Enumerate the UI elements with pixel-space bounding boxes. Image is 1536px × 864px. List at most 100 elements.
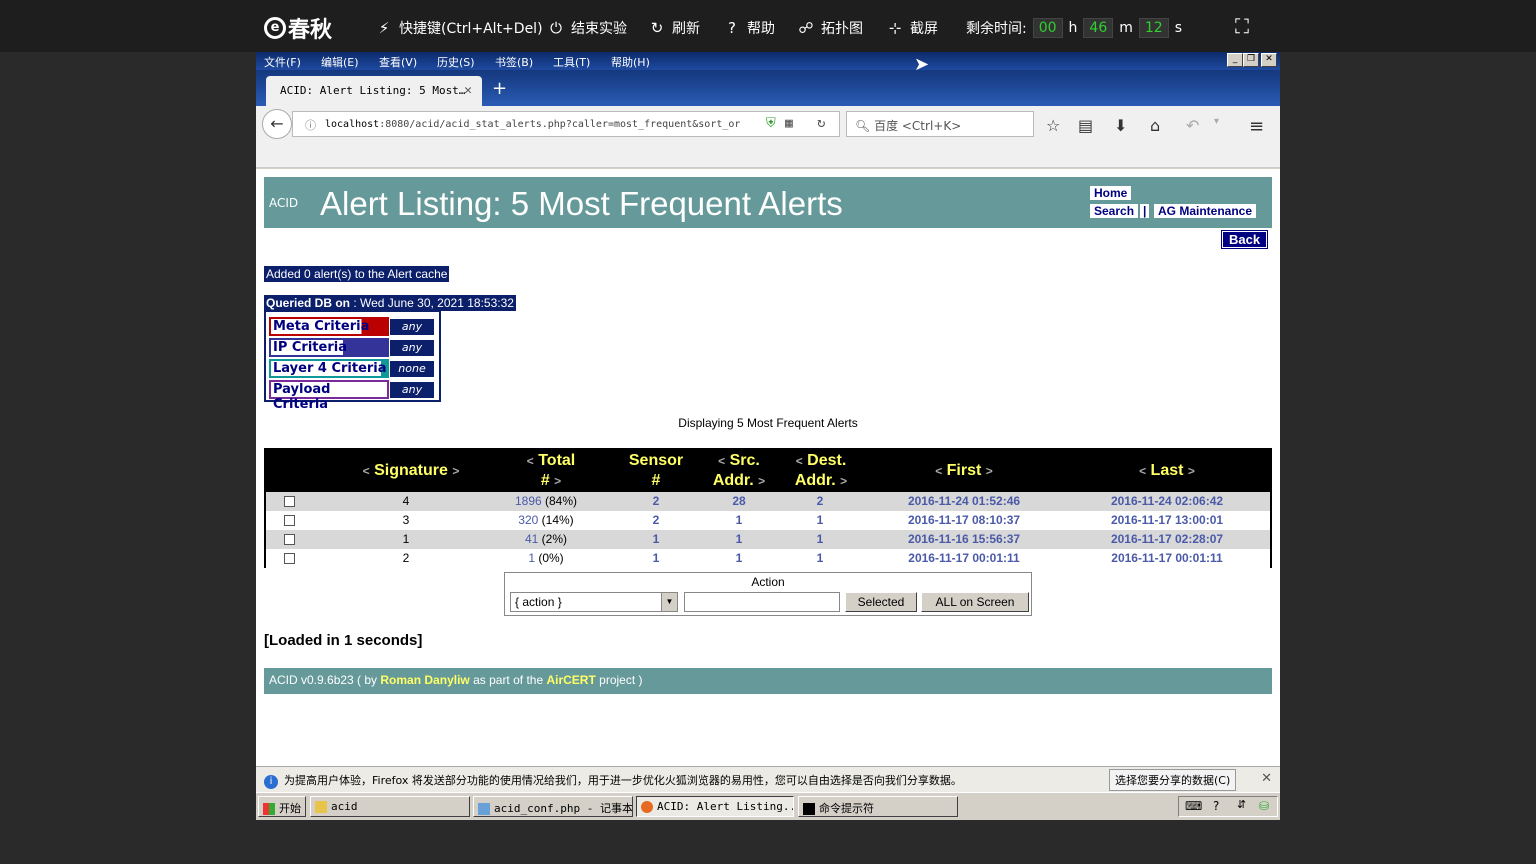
search-link[interactable]: Search bbox=[1090, 204, 1139, 218]
dest-addr-link[interactable]: 1 bbox=[790, 551, 850, 565]
first-time-link[interactable]: 2016-11-24 01:52:46 bbox=[884, 494, 1044, 508]
download-icon[interactable]: ⬇ bbox=[1114, 116, 1127, 135]
share-data-button[interactable]: 选择您要分享的数据(C) bbox=[1109, 769, 1237, 791]
ag-maintenance-link[interactable]: AG Maintenance bbox=[1154, 204, 1257, 218]
new-tab-icon[interactable]: + bbox=[492, 78, 507, 99]
author-link[interactable]: Roman Danyliw bbox=[380, 673, 469, 687]
total-link[interactable]: 41 bbox=[525, 532, 538, 546]
last-time-link[interactable]: 2016-11-17 02:28:07 bbox=[1087, 532, 1247, 546]
reload-icon[interactable]: ↻ bbox=[817, 115, 826, 131]
action-argument-input[interactable] bbox=[684, 592, 840, 612]
payload-criteria-link[interactable]: Payload Criteria bbox=[269, 380, 389, 412]
ime-icon[interactable]: ⇵ bbox=[1237, 798, 1246, 811]
menu-history[interactable]: 历史(S) bbox=[437, 54, 475, 70]
sort-desc-icon[interactable]: > bbox=[986, 464, 993, 478]
sort-desc-icon[interactable]: > bbox=[554, 474, 561, 488]
header-first[interactable]: < First > bbox=[916, 461, 1012, 481]
close-icon[interactable]: ✕ bbox=[1261, 53, 1277, 67]
undo-icon[interactable]: ↶ bbox=[1186, 116, 1199, 135]
url-bar[interactable]: ⓘ localhost:8080/acid/acid_stat_alerts.p… bbox=[292, 111, 840, 137]
shortcut-button[interactable]: ⚡ 快捷键(Ctrl+Alt+Del) bbox=[375, 18, 543, 38]
back-arrow-icon[interactable]: ← bbox=[262, 109, 292, 139]
start-button[interactable]: 开始 bbox=[258, 796, 306, 817]
qr-code-icon[interactable]: ▦ bbox=[785, 116, 793, 131]
src-addr-link[interactable]: 1 bbox=[709, 551, 769, 565]
first-time-link[interactable]: 2016-11-17 00:01:11 bbox=[884, 551, 1044, 565]
row-checkbox[interactable] bbox=[284, 496, 295, 507]
screenshot-button[interactable]: ⊹ 截屏 bbox=[886, 18, 938, 38]
hamburger-menu-icon[interactable]: ≡ bbox=[1249, 116, 1264, 137]
first-time-link[interactable]: 2016-11-16 15:56:37 bbox=[884, 532, 1044, 546]
help-icon[interactable]: ? bbox=[1213, 799, 1219, 813]
help-button[interactable]: ? 帮助 bbox=[723, 18, 775, 38]
menu-edit[interactable]: 编辑(E) bbox=[321, 54, 359, 70]
src-addr-link[interactable]: 28 bbox=[709, 494, 769, 508]
end-lab-button[interactable]: ⏻ 结束实验 bbox=[547, 18, 627, 38]
sort-asc-icon[interactable]: < bbox=[935, 464, 942, 478]
home-icon[interactable]: ⌂ bbox=[1150, 116, 1160, 135]
meta-criteria-link[interactable]: Meta Criteria bbox=[269, 317, 389, 336]
menu-file[interactable]: 文件(F) bbox=[264, 54, 301, 70]
restore-icon[interactable]: ❐ bbox=[1243, 53, 1259, 67]
taskbar-item-firefox[interactable]: ACID: Alert Listing... bbox=[636, 796, 794, 817]
fullscreen-icon[interactable]: ⛶ bbox=[1235, 14, 1249, 38]
reading-list-icon[interactable]: ▤ bbox=[1078, 116, 1093, 135]
header-sensor[interactable]: Sensor # bbox=[626, 451, 686, 491]
sort-desc-icon[interactable]: > bbox=[1188, 464, 1195, 478]
src-addr-link[interactable]: 1 bbox=[709, 513, 769, 527]
header-signature[interactable]: < Signature > bbox=[356, 461, 466, 481]
header-src-addr[interactable]: < Src. Addr. > bbox=[706, 451, 772, 491]
back-button[interactable]: Back bbox=[1220, 230, 1269, 249]
row-checkbox[interactable] bbox=[284, 534, 295, 545]
sort-desc-icon[interactable]: > bbox=[452, 464, 459, 478]
network-icon[interactable]: ⛁ bbox=[1259, 799, 1269, 813]
selected-button[interactable]: Selected bbox=[845, 592, 917, 612]
total-link[interactable]: 320 bbox=[518, 513, 538, 527]
tab-close-icon[interactable]: ✕ bbox=[464, 83, 472, 98]
home-link[interactable]: Home bbox=[1090, 186, 1132, 200]
sensor-link[interactable]: 1 bbox=[626, 532, 686, 546]
chevron-down-icon[interactable]: ▾ bbox=[1214, 116, 1219, 127]
total-link[interactable]: 1896 bbox=[515, 494, 542, 508]
minimize-icon[interactable]: _ bbox=[1227, 53, 1243, 67]
shield-icon[interactable]: ⛨ bbox=[763, 116, 779, 131]
all-on-screen-button[interactable]: ALL on Screen bbox=[921, 592, 1029, 612]
dropdown-arrow-icon[interactable]: ▼ bbox=[661, 593, 677, 611]
layer4-criteria-link[interactable]: Layer 4 Criteria bbox=[269, 359, 389, 378]
bookmark-star-icon[interactable]: ☆ bbox=[1046, 116, 1060, 135]
sort-desc-icon[interactable]: > bbox=[840, 474, 847, 488]
taskbar-item-acid-folder[interactable]: acid bbox=[310, 796, 470, 817]
taskbar-item-cmd[interactable]: 命令提示符 bbox=[798, 796, 958, 817]
sort-asc-icon[interactable]: < bbox=[1139, 464, 1146, 478]
dest-addr-link[interactable]: 1 bbox=[790, 532, 850, 546]
sort-asc-icon[interactable]: < bbox=[796, 454, 803, 468]
header-total[interactable]: < Total # > bbox=[516, 451, 586, 491]
last-time-link[interactable]: 2016-11-17 00:01:11 bbox=[1087, 551, 1247, 565]
last-time-link[interactable]: 2016-11-17 13:00:01 bbox=[1087, 513, 1247, 527]
browser-tab[interactable]: ACID: Alert Listing: 5 Most… ✕ bbox=[266, 76, 482, 106]
total-link[interactable]: 1 bbox=[528, 551, 535, 565]
dest-addr-link[interactable]: 1 bbox=[790, 513, 850, 527]
menu-view[interactable]: 查看(V) bbox=[379, 54, 417, 70]
sensor-link[interactable]: 1 bbox=[626, 551, 686, 565]
header-dest-addr[interactable]: < Dest. Addr. > bbox=[788, 451, 854, 491]
refresh-button[interactable]: ↻ 刷新 bbox=[648, 18, 700, 38]
src-addr-link[interactable]: 1 bbox=[709, 532, 769, 546]
header-last[interactable]: < Last > bbox=[1122, 461, 1212, 481]
search-input[interactable]: 🔍︎ 百度 <Ctrl+K> bbox=[846, 111, 1034, 137]
sort-desc-icon[interactable]: > bbox=[758, 474, 765, 488]
row-checkbox[interactable] bbox=[284, 553, 295, 564]
sensor-link[interactable]: 2 bbox=[626, 513, 686, 527]
aircert-link[interactable]: AirCERT bbox=[546, 673, 595, 687]
topology-button[interactable]: ☍ 拓扑图 bbox=[797, 18, 863, 38]
keyboard-icon[interactable]: ⌨ bbox=[1185, 799, 1202, 813]
first-time-link[interactable]: 2016-11-17 08:10:37 bbox=[884, 513, 1044, 527]
sensor-link[interactable]: 2 bbox=[626, 494, 686, 508]
sort-asc-icon[interactable]: < bbox=[527, 454, 534, 468]
sort-asc-icon[interactable]: < bbox=[718, 454, 725, 468]
menu-tools[interactable]: 工具(T) bbox=[553, 54, 590, 70]
close-icon[interactable]: ✕ bbox=[1261, 771, 1272, 786]
action-select[interactable]: { action } ▼ bbox=[510, 592, 678, 612]
taskbar-item-notepad[interactable]: acid_conf.php - 记事本 bbox=[473, 796, 633, 817]
menu-help[interactable]: 帮助(H) bbox=[611, 54, 650, 70]
